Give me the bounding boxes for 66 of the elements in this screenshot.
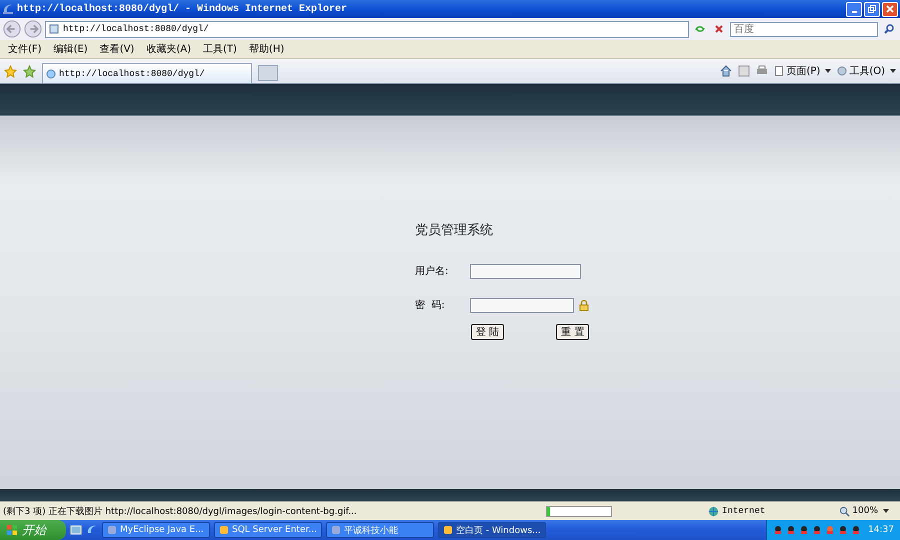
password-field[interactable]: [470, 298, 574, 312]
command-menu[interactable]: 工具(O): [837, 64, 896, 78]
restore-icon: [867, 4, 877, 14]
zoom-button[interactable]: 100%: [831, 506, 897, 516]
add-favorite-icon[interactable]: [23, 64, 36, 78]
login-button[interactable]: 登 陆: [471, 324, 504, 340]
taskbar-button[interactable]: 空白页 - Windows...: [438, 522, 546, 538]
menu-item[interactable]: 查看(V): [94, 41, 140, 57]
minimize-icon: [852, 10, 856, 12]
stop-icon: [713, 23, 725, 35]
tray-icon[interactable]: [773, 525, 784, 535]
app-icon: [443, 525, 453, 535]
close-button[interactable]: [882, 2, 898, 16]
menu-item[interactable]: 收藏夹(A): [140, 41, 197, 57]
menu-item[interactable]: 帮助(H): [242, 41, 290, 57]
caret-icon: [883, 509, 889, 513]
page-icon: [49, 24, 59, 34]
field-label: 密 码:: [415, 298, 446, 312]
login-title: 党员管理系统: [415, 222, 494, 239]
reset-button[interactable]: 重 置: [556, 324, 590, 340]
menu-item[interactable]: 文件(F): [2, 41, 48, 57]
clock: 14:37: [868, 525, 894, 535]
lock-icon: [578, 299, 590, 311]
forward-button[interactable]: [24, 20, 42, 38]
caret-icon: [825, 69, 832, 73]
browser-icon[interactable]: [86, 524, 98, 536]
home-icon[interactable]: [720, 65, 732, 77]
window-title: http://localhost:8080/dygl/ - Windows Internet Explorer: [17, 4, 348, 14]
minimize-button[interactable]: [846, 2, 862, 16]
desktop-icon[interactable]: [70, 524, 82, 536]
tray-icon[interactable]: [786, 525, 796, 535]
command-menu[interactable]: 页面(P): [774, 64, 832, 78]
taskbar-button[interactable]: SQL Server Enter...: [214, 522, 322, 538]
field-label: 用户名:: [415, 264, 450, 278]
zone-text: Internet: [722, 506, 766, 516]
windows-logo: [6, 524, 18, 536]
globe-icon: [708, 506, 720, 516]
taskbar-button[interactable]: MyEclipse Java E...: [102, 522, 210, 538]
menu-item[interactable]: 工具(T): [197, 41, 243, 57]
status-text: (剩下3 项) 正在下载图片 http://localhost:8080/dygl/images/login-content-bg.gif...: [3, 506, 358, 518]
tray-icon[interactable]: [851, 525, 862, 535]
browser-icon: [2, 3, 14, 15]
magnifier-icon: [839, 506, 850, 516]
printer-icon[interactable]: [756, 65, 768, 77]
search-icon: [883, 23, 895, 35]
browser-tab[interactable]: http://localhost:8080/dygl/: [42, 63, 252, 83]
feed-icon[interactable]: [738, 65, 750, 77]
tray-icon[interactable]: [838, 525, 848, 535]
app-icon: [107, 525, 117, 535]
app-icon: [331, 525, 341, 535]
page-icon: [774, 66, 784, 76]
tray-icon[interactable]: [799, 525, 810, 535]
taskbar-button[interactable]: 平诚科技小能: [326, 522, 434, 538]
caret-icon: [890, 69, 896, 73]
username-field[interactable]: [470, 264, 581, 278]
app-icon: [219, 525, 229, 535]
tray-icon[interactable]: [812, 525, 822, 535]
back-button[interactable]: [3, 20, 21, 38]
refresh-icon: [694, 23, 706, 35]
globe-icon: [46, 68, 56, 78]
search-field[interactable]: 百度: [730, 22, 878, 36]
star-icon[interactable]: [4, 64, 17, 78]
close-icon: [885, 4, 895, 14]
menu-item[interactable]: 编辑(E): [48, 41, 94, 57]
restore-button[interactable]: [864, 2, 880, 16]
address-field[interactable]: http://localhost:8080/dygl/: [45, 20, 689, 38]
